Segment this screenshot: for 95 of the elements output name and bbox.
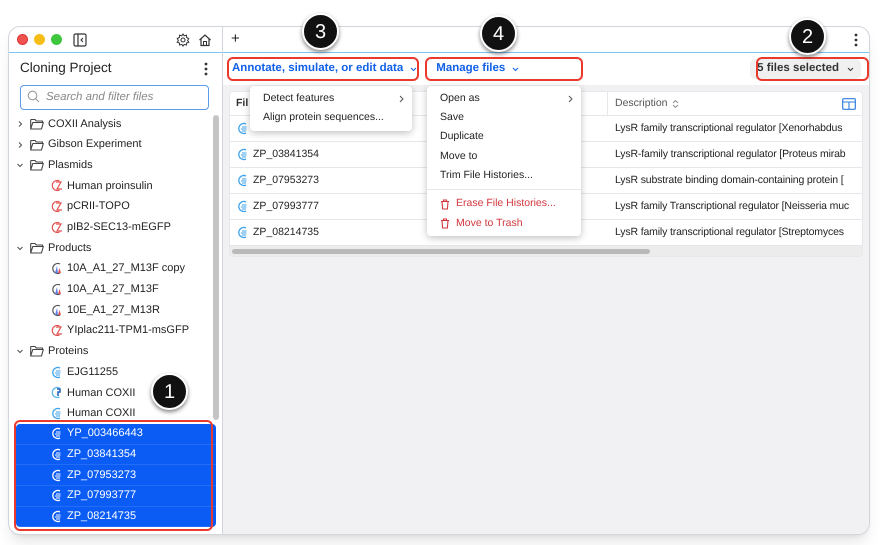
protein-icon: [236, 148, 249, 161]
file-row[interactable]: pCRII-TOPO: [16, 196, 130, 217]
search-icon: [27, 90, 40, 103]
home-icon[interactable]: [198, 32, 212, 46]
chromatogram-icon: [50, 304, 63, 317]
chevron-down-icon[interactable]: [16, 347, 24, 356]
menu-item[interactable]: Save: [427, 108, 581, 128]
plasmid-icon: [50, 324, 63, 338]
table-cell-text: LysR family Transcriptional regulator [Neisseria muc: [614, 198, 849, 214]
more-options-icon[interactable]: [204, 62, 208, 76]
dropdown-button[interactable]: Annotate, simulate, or edit data: [232, 60, 418, 78]
selection-dropdown[interactable]: 5 files selected: [750, 59, 861, 79]
table-cell-text: ZP_08214735: [253, 224, 319, 240]
folder-name[interactable]: Plasmids: [48, 156, 93, 174]
protein-icon: [236, 200, 249, 213]
folder-name[interactable]: Products: [48, 240, 92, 256]
plasmid-icon: [50, 220, 63, 234]
caret-icon: [847, 66, 854, 72]
column-header[interactable]: Fil: [236, 96, 248, 112]
protein-icon: [50, 448, 63, 461]
more-options-icon[interactable]: [854, 32, 858, 46]
folder-name[interactable]: Gibson Experiment: [48, 136, 142, 153]
plasmid-icon: [50, 179, 63, 192]
file-row[interactable]: Human proinsulin: [16, 176, 153, 196]
file-row[interactable]: YIplac211-TPM1-msGFP: [16, 320, 190, 342]
file-row[interactable]: YP_003466443: [16, 424, 216, 444]
folder-icon: [30, 118, 44, 130]
sidebar-toggle-icon[interactable]: [73, 32, 87, 46]
new-tab-button[interactable]: +: [231, 28, 240, 51]
folder-icon: [30, 242, 44, 254]
menu-item[interactable]: Move to Trash: [427, 214, 581, 234]
protein-icon: [236, 122, 249, 135]
table-cell-text: LysR-family transcriptional regulator [Proteus mirab: [614, 146, 846, 162]
file-row[interactable]: EJG11255: [16, 362, 118, 382]
menu-item[interactable]: Open as: [427, 89, 581, 108]
project-title: Cloning Project: [20, 59, 113, 78]
protein-icon: [50, 510, 63, 523]
table-cell-text: LysR family transcriptional regulator [Streptomyces: [614, 224, 844, 240]
file-row[interactable]: ZP_07993777: [16, 486, 216, 507]
file-row[interactable]: pIB2-SEC13-mEGFP: [16, 216, 171, 238]
callout-badge: 2: [789, 18, 826, 55]
folder-icon: [30, 159, 44, 172]
callout-badge: 4: [480, 15, 517, 52]
chromatogram-icon: [50, 262, 63, 276]
callout-badge: 3: [302, 13, 339, 50]
menu-item[interactable]: Trim File Histories...: [427, 166, 581, 186]
sort-icon[interactable]: [672, 98, 679, 108]
horizontal-scrollbar[interactable]: [232, 248, 650, 254]
folder-icon: [30, 138, 44, 151]
folder-icon: [30, 345, 44, 358]
trash-icon: [440, 218, 450, 229]
protein-icon: [236, 174, 249, 187]
protein-icon: [236, 226, 249, 239]
menu-item[interactable]: Align protein sequences...: [250, 108, 412, 128]
file-row[interactable]: ZP_03841354: [16, 444, 216, 466]
search-field[interactable]: Search and filter files: [20, 84, 209, 110]
folder-name[interactable]: COXII Analysis: [48, 116, 122, 132]
scrollbar[interactable]: [213, 115, 219, 420]
chevron-down-icon[interactable]: [16, 161, 24, 170]
column-header[interactable]: Description: [615, 96, 668, 112]
menu-item[interactable]: Duplicate: [427, 128, 581, 147]
file-row[interactable]: ZP_08214735: [16, 506, 216, 528]
menu-item[interactable]: Detect features: [250, 89, 412, 108]
close-button[interactable]: [17, 34, 28, 45]
table-cell-text: ZP_07993777: [253, 198, 319, 214]
chevron-right-icon[interactable]: [16, 120, 24, 128]
columns-layout-icon[interactable]: [842, 98, 856, 110]
table-cell-text: ZP_03841354: [253, 146, 319, 162]
caret-icon: [410, 66, 418, 72]
menu-item[interactable]: Erase File Histories...: [427, 194, 581, 214]
chevron-right-icon[interactable]: [16, 140, 24, 149]
protein-structure-icon: [50, 386, 63, 400]
file-row[interactable]: ZP_07953273: [16, 465, 216, 486]
settings-icon[interactable]: [176, 32, 190, 46]
chromatogram-icon: [50, 282, 63, 296]
file-row[interactable]: 10A_A1_27_M13F copy: [16, 258, 186, 279]
caret-icon: [512, 66, 520, 72]
dropdown-button[interactable]: Manage files: [436, 60, 520, 78]
protein-icon: [50, 468, 63, 482]
plasmid-icon: [50, 200, 63, 214]
file-row[interactable]: Human COXII: [16, 403, 136, 424]
protein-icon: [50, 427, 63, 440]
table-cell-text: LysR substrate binding domain-containing protein [: [614, 172, 844, 188]
protein-icon: [50, 366, 63, 379]
file-row[interactable]: 10E_A1_27_M13R: [16, 300, 160, 320]
protein-icon: [50, 406, 63, 420]
file-row[interactable]: Human COXII: [16, 382, 136, 404]
trash-icon: [440, 198, 450, 210]
table-cell-text: ZP_07953273: [253, 172, 319, 188]
chevron-down-icon[interactable]: [16, 244, 24, 252]
table-cell-text: LysR family transcriptional regulator [Xenorhabdus: [614, 120, 842, 136]
file-row[interactable]: 10A_A1_27_M13F: [16, 279, 159, 300]
protein-icon: [50, 489, 63, 502]
folder-name[interactable]: Proteins: [48, 343, 88, 360]
menu-item[interactable]: Move to: [427, 146, 581, 166]
